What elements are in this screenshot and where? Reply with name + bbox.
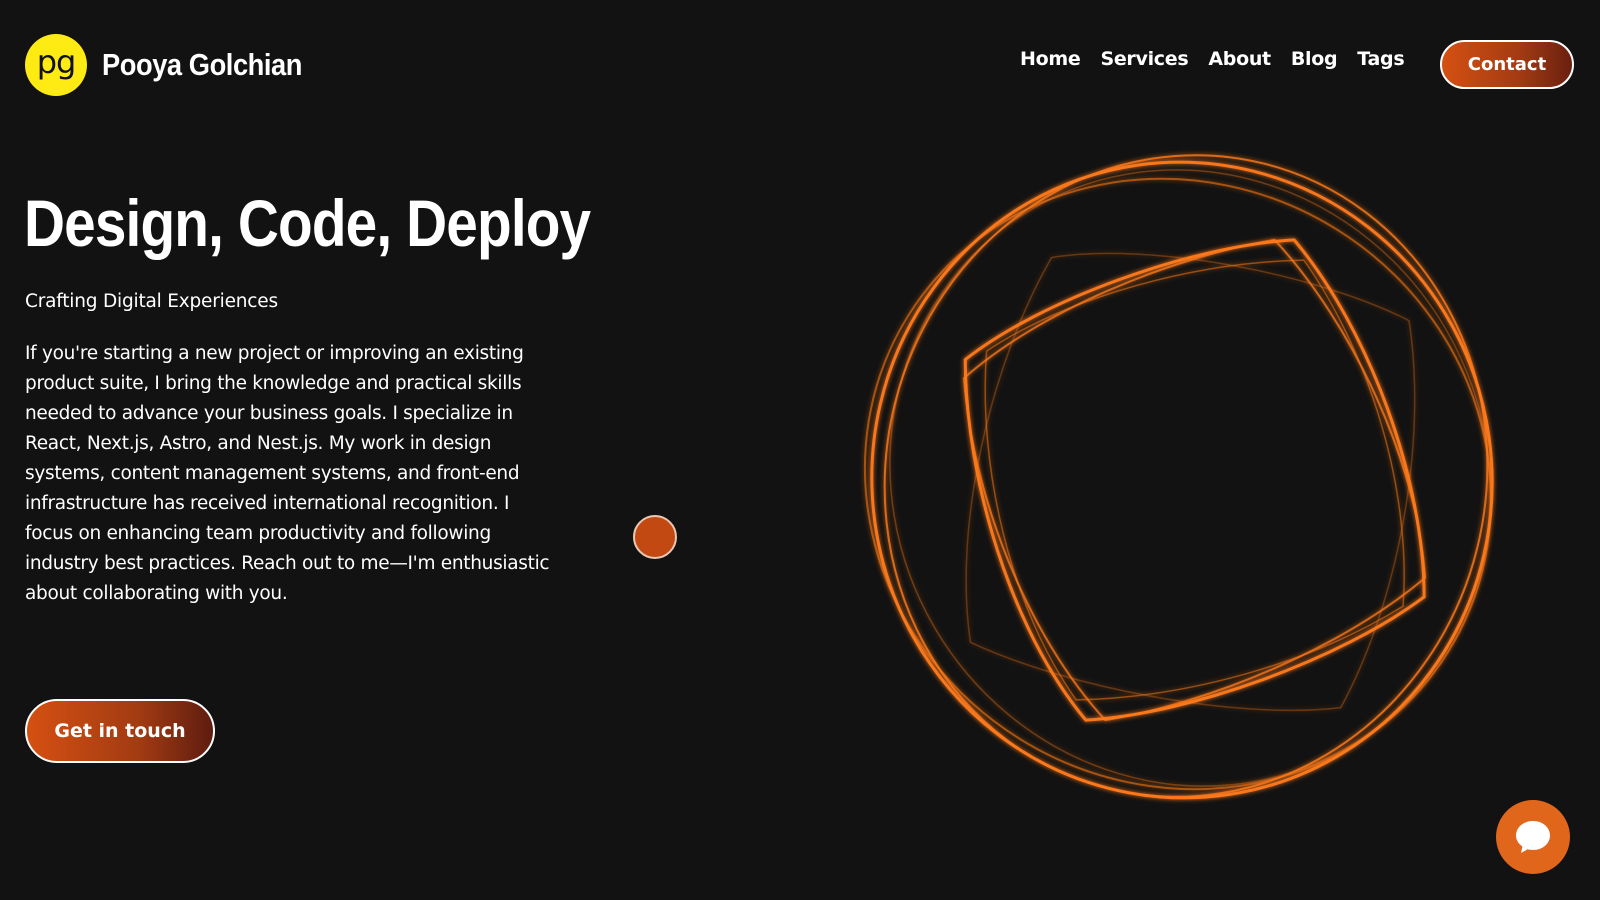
nav-link-about[interactable]: About [1208,48,1271,70]
chat-bubble-icon [1516,821,1550,853]
orbital-rings-art [863,154,1494,800]
nav-link-services[interactable]: Services [1100,48,1188,70]
main-nav: Home Services About Blog Tags [1020,48,1405,70]
brand-name[interactable]: Pooya Golchian [102,47,302,83]
hero-description: If you're starting a new project or impr… [25,343,550,604]
hero-subtitle: Crafting Digital Experiences [25,291,278,312]
hero-title: Design, Code, Deploy [24,186,591,260]
get-in-touch-button[interactable]: Get in touch [25,699,215,763]
nav-link-tags[interactable]: Tags [1357,48,1404,70]
page: pg Pooya Golchian Home Services About Bl… [0,0,1600,900]
contact-button[interactable]: Contact [1440,40,1574,89]
brand[interactable]: pg Pooya Golchian [25,34,329,96]
chat-button[interactable] [1496,800,1570,874]
nav-link-blog[interactable]: Blog [1291,48,1338,70]
nav-link-home[interactable]: Home [1020,48,1081,70]
cursor-dot [633,515,677,559]
logo-icon[interactable]: pg [25,34,87,96]
